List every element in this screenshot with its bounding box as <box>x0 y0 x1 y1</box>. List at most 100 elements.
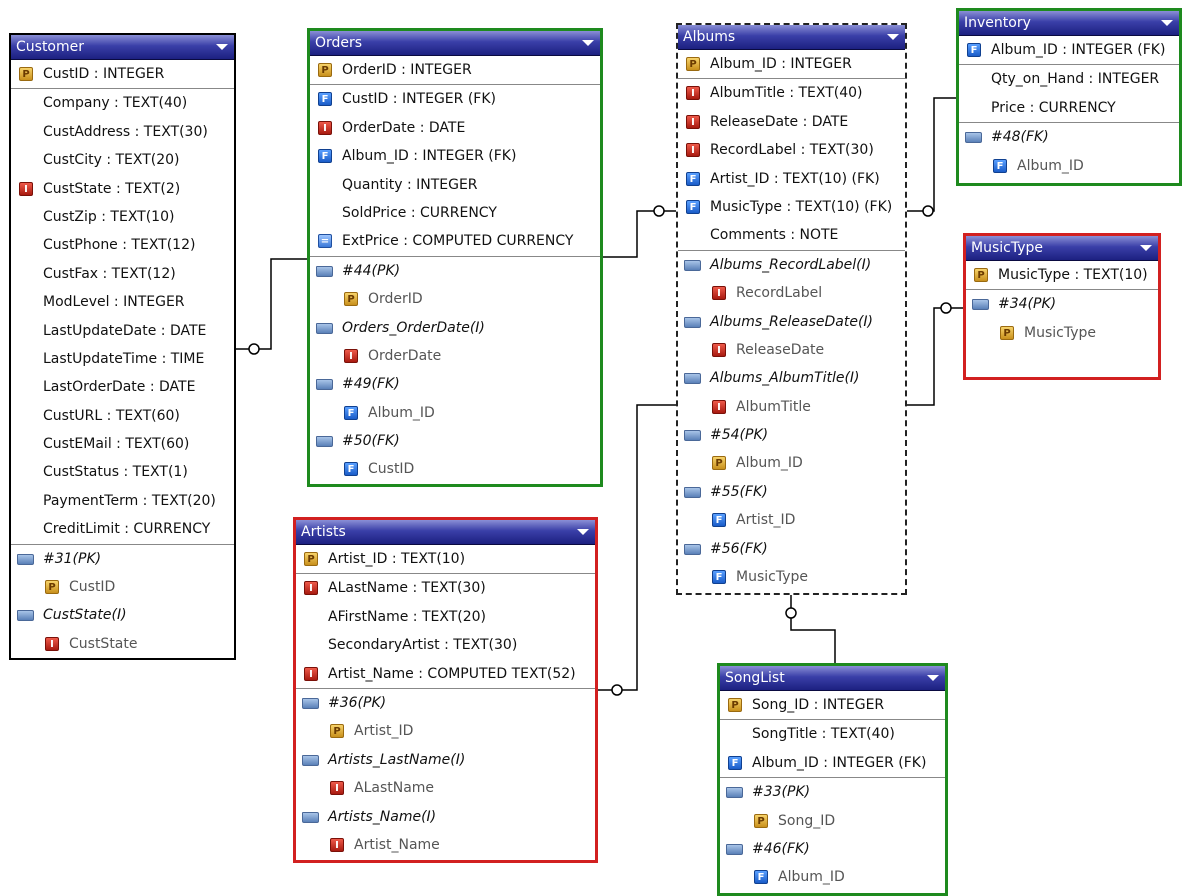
field-row[interactable]: CustPhone : TEXT(12) <box>11 231 234 259</box>
field-row[interactable]: F Album_ID : INTEGER (FK) <box>310 142 600 170</box>
index-row[interactable]: #49(FK) <box>310 370 600 398</box>
index-row[interactable]: Artists_Name(I) <box>296 803 595 831</box>
field-row[interactable]: CustEMail : TEXT(60) <box>11 430 234 458</box>
index-row[interactable]: #54(PK) <box>678 421 905 449</box>
table-orders[interactable]: Orders P OrderID : INTEGER F CustID : INTEGE… <box>307 28 603 487</box>
index-field-row[interactable]: F Artist_ID <box>678 506 905 534</box>
table-inventory[interactable]: Inventory F Album_ID : INTEGER (FK) Qty_on_… <box>956 8 1182 186</box>
field-row[interactable]: SecondaryArtist : TEXT(30) <box>296 631 595 659</box>
index-field-row[interactable]: I AlbumTitle <box>678 393 905 421</box>
index-field-row[interactable]: F Album_ID <box>720 863 945 891</box>
field-row[interactable]: I CustState : TEXT(2) <box>11 175 234 203</box>
index-row[interactable]: Albums_RecordLabel(I) <box>678 251 905 279</box>
table-customer[interactable]: Customer P CustID : INTEGER Company : TEXT(… <box>9 33 236 660</box>
table-header[interactable]: Orders <box>310 31 600 56</box>
field-row[interactable]: F Album_ID : INTEGER (FK) <box>959 36 1179 64</box>
field-row[interactable]: P Song_ID : INTEGER <box>720 691 945 719</box>
index-field-row[interactable]: I Artist_Name <box>296 831 595 859</box>
index-row[interactable]: Artists_LastName(I) <box>296 746 595 774</box>
table-musictype[interactable]: MusicType P MusicType : TEXT(10) #34(PK) P Mu… <box>963 233 1161 380</box>
table-header[interactable]: Albums <box>678 25 905 50</box>
field-row[interactable]: F Artist_ID : TEXT(10) (FK) <box>678 165 905 193</box>
field-row[interactable]: Quantity : INTEGER <box>310 171 600 199</box>
index-row[interactable]: Albums_AlbumTitle(I) <box>678 364 905 392</box>
index-field-row[interactable]: I ALastName <box>296 774 595 802</box>
field-row[interactable]: I OrderDate : DATE <box>310 114 600 142</box>
dropdown-arrow-icon[interactable] <box>577 529 589 535</box>
field-row[interactable]: F CustID : INTEGER (FK) <box>310 85 600 113</box>
table-artists[interactable]: Artists P Artist_ID : TEXT(10) I ALastName :… <box>293 517 598 863</box>
index-row[interactable]: #44(PK) <box>310 257 600 285</box>
field-row[interactable]: P Album_ID : INTEGER <box>678 50 905 78</box>
index-field-row[interactable]: P OrderID <box>310 285 600 313</box>
index-row[interactable]: #46(FK) <box>720 835 945 863</box>
field-row[interactable]: SongTitle : TEXT(40) <box>720 720 945 748</box>
field-row[interactable]: ModLevel : INTEGER <box>11 288 234 316</box>
dropdown-arrow-icon[interactable] <box>582 40 594 46</box>
field-row[interactable]: I AlbumTitle : TEXT(40) <box>678 79 905 107</box>
field-row[interactable]: Company : TEXT(40) <box>11 89 234 117</box>
field-row[interactable]: CustAddress : TEXT(30) <box>11 118 234 146</box>
index-row[interactable]: #33(PK) <box>720 778 945 806</box>
field-row[interactable]: F Album_ID : INTEGER (FK) <box>720 749 945 777</box>
field-row[interactable]: AFirstName : TEXT(20) <box>296 603 595 631</box>
field-row[interactable]: I RecordLabel : TEXT(30) <box>678 136 905 164</box>
field-row[interactable]: LastOrderDate : DATE <box>11 373 234 401</box>
field-row[interactable]: = ExtPrice : COMPUTED CURRENCY <box>310 227 600 255</box>
index-row[interactable]: #56(FK) <box>678 535 905 563</box>
table-header[interactable]: Customer <box>11 35 234 60</box>
index-row[interactable]: #34(PK) <box>966 290 1158 318</box>
index-row[interactable]: #31(PK) <box>11 545 234 573</box>
table-songlist[interactable]: SongList P Song_ID : INTEGER SongTitle : TE… <box>717 663 948 896</box>
dropdown-arrow-icon[interactable] <box>216 44 228 50</box>
field-row[interactable]: Price : CURRENCY <box>959 94 1179 122</box>
table-albums[interactable]: Albums P Album_ID : INTEGER I AlbumTitle : T… <box>676 23 907 595</box>
index-row[interactable]: #36(PK) <box>296 689 595 717</box>
field-row[interactable]: CustZip : TEXT(10) <box>11 203 234 231</box>
field-row[interactable]: CustURL : TEXT(60) <box>11 402 234 430</box>
field-row[interactable]: I Artist_Name : COMPUTED TEXT(52) <box>296 660 595 688</box>
index-field-row[interactable]: P Song_ID <box>720 807 945 835</box>
field-row[interactable]: P CustID : INTEGER <box>11 60 234 88</box>
table-header[interactable]: Inventory <box>959 11 1179 36</box>
index-field-row[interactable]: I RecordLabel <box>678 279 905 307</box>
index-row[interactable]: #50(FK) <box>310 427 600 455</box>
field-row[interactable]: P OrderID : INTEGER <box>310 56 600 84</box>
index-field-row[interactable]: F MusicType <box>678 563 905 591</box>
index-field-row[interactable]: I OrderDate <box>310 342 600 370</box>
index-field-row[interactable]: P Artist_ID <box>296 717 595 745</box>
field-row[interactable]: Qty_on_Hand : INTEGER <box>959 65 1179 93</box>
field-row[interactable]: CustCity : TEXT(20) <box>11 146 234 174</box>
field-row[interactable]: CustStatus : TEXT(1) <box>11 458 234 486</box>
field-row[interactable]: I ALastName : TEXT(30) <box>296 574 595 602</box>
index-row[interactable]: Orders_OrderDate(I) <box>310 314 600 342</box>
field-row[interactable]: Comments : NOTE <box>678 221 905 249</box>
index-row[interactable]: CustState(I) <box>11 601 234 629</box>
field-row[interactable]: I ReleaseDate : DATE <box>678 108 905 136</box>
dropdown-arrow-icon[interactable] <box>1140 245 1152 251</box>
field-row[interactable]: PaymentTerm : TEXT(20) <box>11 487 234 515</box>
index-row[interactable]: #55(FK) <box>678 478 905 506</box>
index-field-row[interactable]: I CustState <box>11 630 234 658</box>
index-field-row[interactable]: F Album_ID <box>959 152 1179 180</box>
index-field-row[interactable]: F Album_ID <box>310 399 600 427</box>
index-field-row[interactable]: F CustID <box>310 455 600 483</box>
index-field-row[interactable]: P CustID <box>11 573 234 601</box>
table-header[interactable]: Artists <box>296 520 595 545</box>
index-field-row[interactable]: P Album_ID <box>678 449 905 477</box>
field-row[interactable]: P MusicType : TEXT(10) <box>966 261 1158 289</box>
field-row[interactable]: P Artist_ID : TEXT(10) <box>296 545 595 573</box>
index-row[interactable]: Albums_ReleaseDate(I) <box>678 308 905 336</box>
field-row[interactable]: LastUpdateTime : TIME <box>11 345 234 373</box>
table-header[interactable]: SongList <box>720 666 945 691</box>
index-row[interactable]: #48(FK) <box>959 123 1179 151</box>
dropdown-arrow-icon[interactable] <box>927 675 939 681</box>
field-row[interactable]: SoldPrice : CURRENCY <box>310 199 600 227</box>
field-row[interactable]: CreditLimit : CURRENCY <box>11 515 234 543</box>
dropdown-arrow-icon[interactable] <box>1161 20 1173 26</box>
dropdown-arrow-icon[interactable] <box>887 34 899 40</box>
index-field-row[interactable]: P MusicType <box>966 319 1158 347</box>
field-row[interactable]: LastUpdateDate : DATE <box>11 317 234 345</box>
field-row[interactable]: F MusicType : TEXT(10) (FK) <box>678 193 905 221</box>
table-header[interactable]: MusicType <box>966 236 1158 261</box>
